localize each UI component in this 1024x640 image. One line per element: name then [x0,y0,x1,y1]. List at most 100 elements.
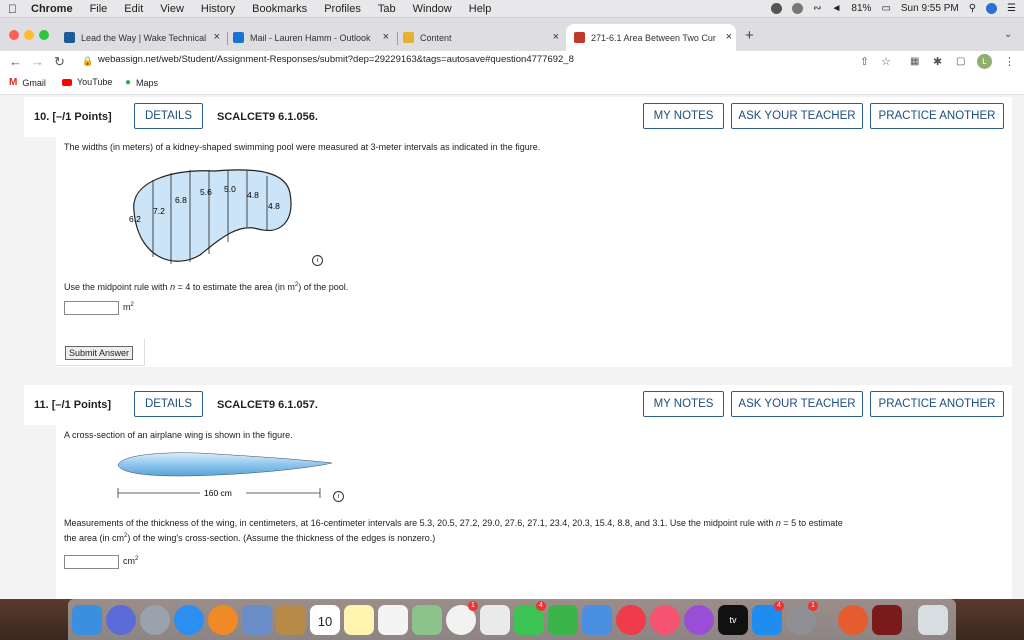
menu-bookmarks[interactable]: Bookmarks [252,3,307,15]
calendar-icon[interactable]: 10 [310,605,340,635]
volume-icon[interactable]: ◄ [832,3,842,14]
notification-badge: 1 [808,601,818,611]
maps-app-icon[interactable] [412,605,442,635]
details-button[interactable]: DETAILS [134,103,203,129]
battery-icon[interactable]: ▭ [881,3,890,14]
tab-label: Mail - Lauren Hamm - Outlook [250,32,371,43]
extensions-puzzle-icon[interactable]: ✱ [933,51,942,72]
sidebar-icon[interactable]: ▢ [956,51,965,72]
safari-icon[interactable] [174,605,204,635]
finder-icon[interactable] [72,605,102,635]
wake-tech-favicon-icon [64,32,75,43]
details-button[interactable]: DETAILS [134,391,203,417]
address-bar[interactable]: webassign.net/web/Student/Assignment-Res… [98,54,574,65]
news-icon[interactable] [616,605,646,635]
lock-icon[interactable]: 🔒 [82,51,93,72]
menu-tab[interactable]: Tab [378,3,396,15]
wifi-icon[interactable]: ∾ [813,3,821,14]
notification-badge: 4 [774,601,784,611]
keynote-icon[interactable] [582,605,612,635]
menu-file[interactable]: File [90,3,108,15]
menu-edit[interactable]: Edit [124,3,143,15]
preview-icon[interactable] [242,605,272,635]
control-center-icon[interactable]: ☰ [1007,3,1016,14]
practice-another-button[interactable]: PRACTICE ANOTHER [870,103,1004,129]
more-menu-icon[interactable]: ⋮ [1004,51,1015,72]
browser-toolbar: ← → ↻ 🔒 webassign.net/web/Student/Assign… [0,51,1024,72]
practice-another-button[interactable]: PRACTICE ANOTHER [870,391,1004,417]
back-icon[interactable]: ← [9,51,22,72]
zoom-window-button[interactable] [39,30,49,40]
my-notes-button[interactable]: MY NOTES [643,391,724,417]
my-notes-button[interactable]: MY NOTES [643,103,724,129]
close-icon[interactable]: × [383,31,389,43]
unit-label: m2 [123,302,134,312]
width-label: 4.8 [247,190,259,200]
new-tab-icon[interactable]: + [745,27,754,44]
music-icon[interactable] [650,605,680,635]
minimize-window-button[interactable] [24,30,34,40]
spotlight-icon[interactable]: ⚲ [969,3,976,14]
ask-teacher-button[interactable]: ASK YOUR TEACHER [731,391,863,417]
script-editor-icon[interactable] [872,605,902,635]
info-icon[interactable]: i [312,255,323,266]
podcasts-icon[interactable] [684,605,714,635]
tab-content[interactable]: Content × [403,24,563,51]
question-text: A cross-section of an airplane wing is s… [64,430,293,440]
menu-view[interactable]: View [160,3,184,15]
width-label: 7.2 [153,206,165,216]
close-window-button[interactable] [9,30,19,40]
width-label: 6.8 [175,195,187,205]
contacts-icon[interactable] [276,605,306,635]
menu-profiles[interactable]: Profiles [324,3,361,15]
numbers-icon[interactable] [548,605,578,635]
menu-help[interactable]: Help [469,3,492,15]
page-content: 10. [–/1 Points] DETAILS SCALCET9 6.1.05… [0,95,1024,599]
bookmark-star-icon[interactable]: ☆ [881,51,891,72]
chrome-icon[interactable] [838,605,868,635]
close-icon[interactable]: × [726,31,732,43]
menu-app-name[interactable]: Chrome [31,3,73,15]
reload-icon[interactable]: ↻ [54,51,65,72]
forward-icon[interactable]: → [31,51,44,72]
tab-search-icon[interactable]: ⌄ [1004,29,1012,40]
outlook-favicon-icon [233,32,244,43]
tab-webassign[interactable]: 271-6.1 Area Between Two Cur × [566,24,736,51]
siri-app-icon[interactable] [106,605,136,635]
clock[interactable]: Sun 9:55 PM [901,3,959,14]
profile-avatar[interactable]: L [977,54,992,69]
reminders-icon[interactable] [378,605,408,635]
apple-tv-icon[interactable]: tv [718,605,748,635]
status-icon[interactable] [771,3,783,14]
tab-wake-tech[interactable]: Lead the Way | Wake Technical × [64,24,224,51]
question-number: 11. [–/1 Points] [34,399,112,411]
bookmark-youtube[interactable]: YouTube [62,77,112,87]
notes-icon[interactable] [344,605,374,635]
answer-input[interactable] [64,555,119,569]
menu-window[interactable]: Window [413,3,452,15]
battery-percent[interactable]: 81% [851,3,871,14]
trash-icon[interactable] [918,605,948,635]
width-label: 5.0 [224,184,236,194]
launchpad-icon[interactable] [140,605,170,635]
tab-outlook[interactable]: Mail - Lauren Hamm - Outlook × [233,24,393,51]
firefox-icon[interactable] [208,605,238,635]
apple-icon[interactable]:  [8,2,17,16]
close-icon[interactable]: × [553,31,559,43]
answer-input[interactable] [64,301,119,315]
close-icon[interactable]: × [214,31,220,43]
ask-teacher-button[interactable]: ASK YOUR TEACHER [731,103,863,129]
siri-icon[interactable] [986,3,998,14]
question-id: SCALCET9 6.1.057. [217,399,318,411]
freeform-icon[interactable] [480,605,510,635]
menu-history[interactable]: History [201,3,235,15]
width-label: 6.2 [129,214,141,224]
control-icon[interactable] [792,3,804,14]
submit-answer-button[interactable]: Submit Answer [65,346,134,360]
bookmark-maps[interactable]: ● Maps [125,77,158,88]
info-icon[interactable]: i [333,491,344,502]
extension-grid-icon[interactable]: ▦ [910,51,919,72]
share-icon[interactable]: ⇧ [860,51,869,72]
bookmark-gmail[interactable]: M Gmail [9,77,46,88]
notification-badge: 4 [536,601,546,611]
